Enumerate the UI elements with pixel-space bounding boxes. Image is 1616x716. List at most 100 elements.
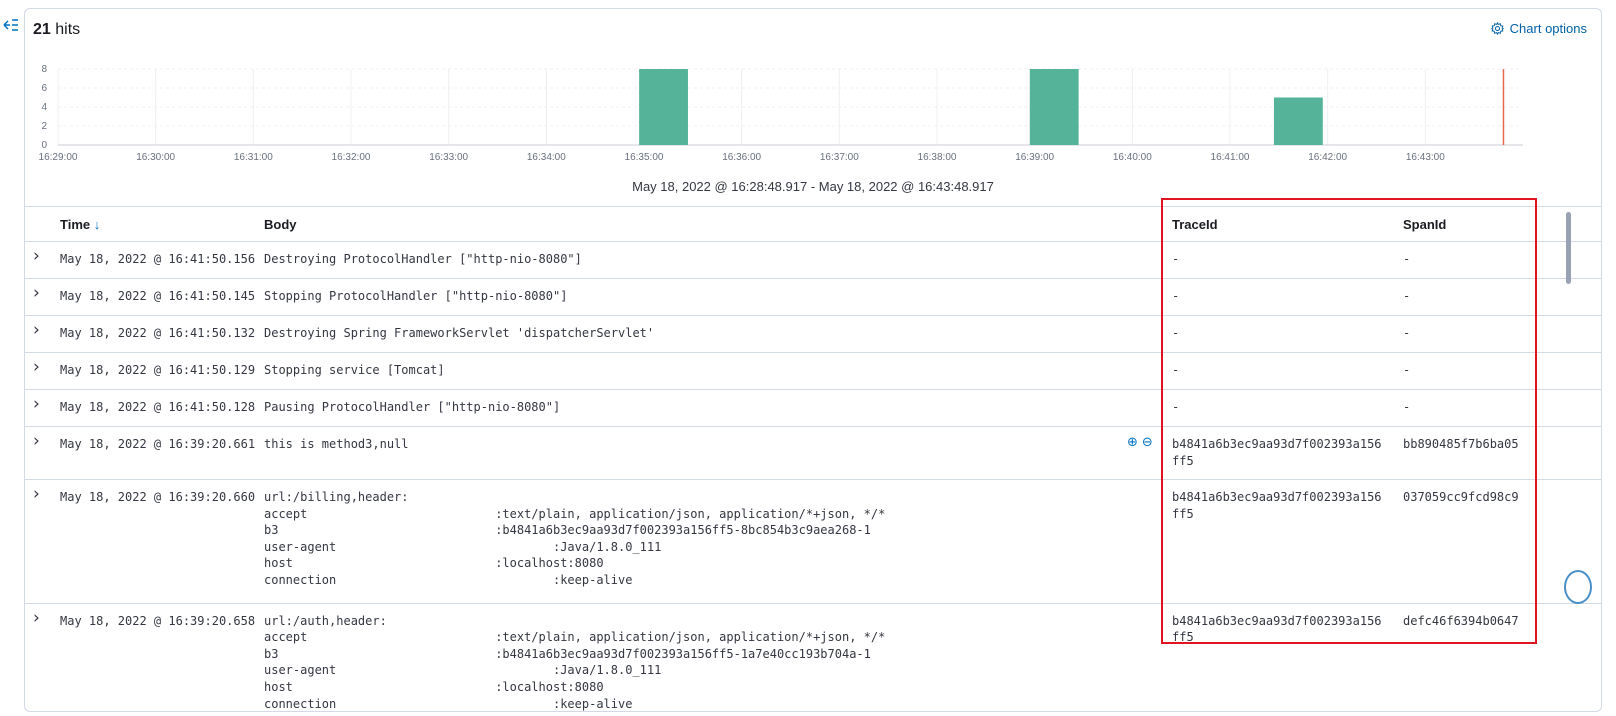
cell-spanid: defc46f6394b0647 (1403, 613, 1519, 628)
expand-row-chevron-icon[interactable]: › (33, 246, 47, 266)
expand-row-chevron-icon[interactable]: › (33, 394, 47, 414)
x-tick-label: 16:36:00 (722, 152, 761, 163)
table-row[interactable]: › May 18, 2022 @ 16:41:50.156 Destroying P… (25, 241, 1601, 279)
cell-time: May 18, 2022 @ 16:41:50.129 (60, 363, 256, 377)
x-tick-label: 16:35:00 (625, 152, 664, 163)
column-header-traceid[interactable]: TraceId (1172, 217, 1218, 232)
cell-traceid: - (1172, 400, 1180, 414)
cell-spanid: - (1403, 252, 1411, 266)
expand-row-chevron-icon[interactable]: › (33, 320, 47, 340)
body-line: Destroying Spring FrameworkServlet 'disp… (264, 326, 655, 340)
body-line: b3 :b4841a6b3ec9aa93d7f002393a156ff5-8bc… (264, 523, 871, 538)
body-line: Destroying ProtocolHandler ["http-nio-80… (264, 252, 582, 266)
x-tick-label: 16:32:00 (332, 152, 371, 163)
cell-traceid: b4841a6b3ec9aa93d7f002393a156ff5 (1172, 490, 1382, 521)
body-line: host :localhost:8080 (264, 556, 604, 571)
cell-body: Pausing ProtocolHandler ["http-nio-8080"… (264, 399, 560, 416)
column-header-body[interactable]: Body (264, 217, 297, 232)
cell-traceid: - (1172, 326, 1180, 340)
expand-row-chevron-icon[interactable]: › (33, 357, 47, 377)
body-line: host :localhost:8080 (264, 679, 604, 694)
cell-traceid: b4841a6b3ec9aa93d7f002393a156ff5 (1172, 613, 1382, 645)
sort-down-icon[interactable]: ↓ (94, 217, 101, 232)
x-tick-label: 16:41:00 (1211, 152, 1250, 163)
expand-row-chevron-icon[interactable]: › (33, 431, 47, 451)
histogram-chart: 0 2 4 6 8 16:29:00 16:30:00 16:31:00 16:32:00 16:… (25, 9, 1601, 209)
cell-traceid: b4841a6b3ec9aa93d7f002393a156ff5 (1172, 437, 1382, 468)
table-header: Time ↓ Body TraceId SpanId (25, 206, 1601, 242)
filter-for-value-icon[interactable]: ⊕ (1127, 435, 1138, 450)
table-row[interactable]: › May 18, 2022 @ 16:41:50.132 Destroying S… (25, 315, 1601, 353)
cell-time: May 18, 2022 @ 16:39:20.658 (60, 613, 256, 628)
cell-body: url:/billing,header: accept :text/plain, … (264, 489, 885, 589)
cell-traceid: - (1172, 252, 1180, 266)
table-row[interactable]: › May 18, 2022 @ 16:39:20.660 url:/billing… (25, 479, 1601, 604)
y-tick-label: 2 (41, 121, 47, 132)
cell-body: Stopping ProtocolHandler ["http-nio-8080… (264, 288, 567, 305)
y-tick-label: 8 (41, 64, 47, 75)
body-line: accept :text/plain, application/json, ap… (264, 630, 886, 645)
cell-spanid: bb890485f7b6ba05 (1403, 437, 1519, 451)
chart-time-range: May 18, 2022 @ 16:28:48.917 - May 18, 20… (632, 179, 994, 194)
cell-body: Stopping service [Tomcat] (264, 362, 445, 379)
y-tick-label: 6 (41, 83, 47, 94)
table-row[interactable]: › May 18, 2022 @ 16:39:20.658 url:/auth,he… (25, 603, 1601, 711)
body-line: accept :text/plain, application/json, ap… (264, 506, 886, 521)
x-tick-label: 16:37:00 (820, 152, 859, 163)
cell-spanid: - (1403, 363, 1411, 377)
column-header-time[interactable]: Time ↓ (60, 217, 100, 232)
histogram-bar (639, 69, 688, 145)
table-scrollbar[interactable] (1566, 212, 1571, 284)
collapse-sidebar-icon[interactable] (3, 18, 21, 34)
discover-panel: 21 hits Chart options 0 2 4 6 8 16:29:00 16:30… (24, 8, 1602, 712)
x-tick-label: 16:43:00 (1406, 152, 1445, 163)
cell-spanid: - (1403, 289, 1411, 303)
body-line: user-agent :Java/1.8.0_111 (264, 539, 662, 554)
body-line: connection :keep-alive (264, 696, 633, 711)
y-tick-label: 4 (41, 102, 47, 113)
table-row[interactable]: › May 18, 2022 @ 16:41:50.129 Stopping ser… (25, 352, 1601, 390)
body-line: Stopping service [Tomcat] (264, 363, 445, 377)
x-tick-label: 16:42:00 (1308, 152, 1347, 163)
x-tick-label: 16:38:00 (918, 152, 957, 163)
y-tick-label: 0 (41, 140, 47, 151)
body-line: this is method3,null (264, 437, 409, 451)
body-line: Pausing ProtocolHandler ["http-nio-8080"… (264, 400, 561, 414)
cell-time: May 18, 2022 @ 16:41:50.145 (60, 289, 256, 303)
body-line: user-agent :Java/1.8.0_111 (264, 663, 662, 678)
column-header-spanid[interactable]: SpanId (1403, 217, 1446, 232)
x-tick-label: 16:34:00 (527, 152, 566, 163)
cell-time: May 18, 2022 @ 16:41:50.132 (60, 326, 256, 340)
table-row[interactable]: › May 18, 2022 @ 16:39:20.661 this is meth… (25, 426, 1601, 480)
x-tick-label: 16:40:00 (1113, 152, 1152, 163)
x-tick-label: 16:39:00 (1015, 152, 1054, 163)
body-line: b3 :b4841a6b3ec9aa93d7f002393a156ff5-1a7… (264, 646, 871, 661)
cell-body: Destroying ProtocolHandler ["http-nio-80… (264, 251, 582, 268)
expand-row-chevron-icon[interactable]: › (33, 484, 47, 504)
x-tick-label: 16:31:00 (234, 152, 273, 163)
cell-time: May 18, 2022 @ 16:39:20.660 (60, 490, 256, 504)
cell-time: May 18, 2022 @ 16:41:50.128 (60, 400, 256, 414)
histogram-svg: 0 2 4 6 8 16:29:00 16:30:00 16:31:00 16:32:00 16:… (39, 64, 1523, 163)
cell-spanid: 037059cc9fcd98c9 (1403, 490, 1519, 504)
cell-filter-actions: ⊕ ⊖ (1127, 435, 1153, 450)
x-tick-label: 16:29:00 (39, 152, 78, 163)
table-row[interactable]: › May 18, 2022 @ 16:41:50.128 Pausing Prot… (25, 389, 1601, 427)
expand-row-chevron-icon[interactable]: › (33, 283, 47, 303)
cell-spanid: - (1403, 326, 1411, 340)
cell-traceid: - (1172, 289, 1180, 303)
cell-body: this is method3,null (264, 436, 409, 453)
filter-out-value-icon[interactable]: ⊖ (1142, 435, 1153, 450)
x-tick-label: 16:33:00 (429, 152, 468, 163)
cell-traceid: - (1172, 363, 1180, 377)
expand-row-chevron-icon[interactable]: › (33, 608, 47, 628)
table-row[interactable]: › May 18, 2022 @ 16:41:50.145 Stopping Pro… (25, 278, 1601, 316)
histogram-bar (1273, 97, 1323, 145)
body-line: connection :keep-alive (264, 572, 633, 587)
body-line: Stopping ProtocolHandler ["http-nio-8080… (264, 289, 568, 303)
help-bubble-icon[interactable] (1564, 570, 1592, 604)
cell-body: url:/auth,header: accept :text/plain, app… (264, 613, 886, 711)
cell-time: May 18, 2022 @ 16:39:20.661 (60, 437, 256, 451)
cell-spanid: - (1403, 400, 1411, 414)
histogram-bar (1029, 69, 1079, 145)
